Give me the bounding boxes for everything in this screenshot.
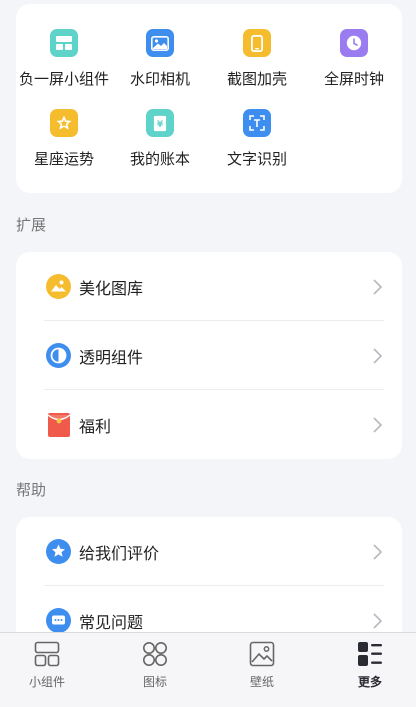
tool-label: 全屏时钟 [323,70,384,88]
tab-label: 图标 [142,675,167,689]
photo-edit-icon [146,29,174,57]
chat-bubble-icon [46,608,71,633]
chevron-right-icon [373,347,383,364]
ledger-icon: ¥ [146,109,174,137]
list-item-label: 透明组件 [79,347,144,367]
wallpaper-tab-icon [249,641,275,667]
tool-label: 水印相机 [129,70,190,88]
tools-card: 负一屏小组件 水印相机 截图加壳 全屏时钟 星座运势 ¥ 我的账本 文字识别 [16,4,402,193]
tool-fullscreen-clock[interactable]: 全屏时钟 [306,29,402,89]
clock-icon [340,29,368,57]
list-item-rate-us[interactable]: 给我们评价 [16,517,402,586]
bottom-tab-bar: 小组件 图标 壁纸 更多 [0,632,416,707]
list-item-label: 常见问题 [79,612,144,632]
star-badge-icon [50,109,78,137]
list-item-welfare[interactable]: 福利 [16,390,402,459]
red-envelope-icon [46,412,71,437]
tab-more[interactable]: 更多 [330,641,410,690]
more-tab-icon [358,642,382,666]
widget-grid-icon [50,29,78,57]
tool-my-ledger[interactable]: ¥ 我的账本 [112,109,208,169]
gallery-icon [46,274,71,299]
list-item-label: 给我们评价 [79,543,160,563]
tool-label: 负一屏小组件 [18,70,109,88]
tool-minus-one-widget[interactable]: 负一屏小组件 [16,29,112,89]
tab-label: 小组件 [28,675,65,689]
tab-label: 壁纸 [249,675,274,689]
half-circle-icon [46,343,71,368]
text-scan-icon [243,109,271,137]
chevron-right-icon [373,612,383,629]
tool-text-recognition[interactable]: 文字识别 [209,109,305,169]
tab-label: 更多 [357,675,382,689]
tab-icons[interactable]: 图标 [115,641,195,690]
tool-horoscope[interactable]: 星座运势 [16,109,112,169]
tool-label: 文字识别 [226,150,287,168]
phone-frame-icon [243,29,271,57]
chevron-right-icon [373,543,383,560]
list-item-transparent-widget[interactable]: 透明组件 [16,321,402,390]
list-item-gallery[interactable]: 美化图库 [16,252,402,321]
list-item-label: 福利 [79,416,112,436]
star-rate-icon [46,539,71,564]
icons-tab-icon [143,642,167,666]
expand-card: 美化图库 透明组件 福利 [16,252,402,459]
more-page: 负一屏小组件 水印相机 截图加壳 全屏时钟 星座运势 ¥ 我的账本 文字识别 扩… [0,0,416,707]
tab-wallpaper[interactable]: 壁纸 [222,641,302,690]
tool-label: 星座运势 [33,150,94,168]
tool-screenshot-frame[interactable]: 截图加壳 [209,29,305,89]
chevron-right-icon [373,416,383,433]
tab-widgets[interactable]: 小组件 [7,641,87,690]
section-title-expand: 扩展 [16,216,47,234]
tool-watermark-camera[interactable]: 水印相机 [112,29,208,89]
tool-label: 我的账本 [129,150,190,168]
section-title-help: 帮助 [16,481,47,499]
svg-text:¥: ¥ [157,120,164,130]
chevron-right-icon [373,278,383,295]
tool-label: 截图加壳 [226,70,287,88]
widgets-tab-icon [34,641,60,667]
list-item-label: 美化图库 [79,278,144,298]
